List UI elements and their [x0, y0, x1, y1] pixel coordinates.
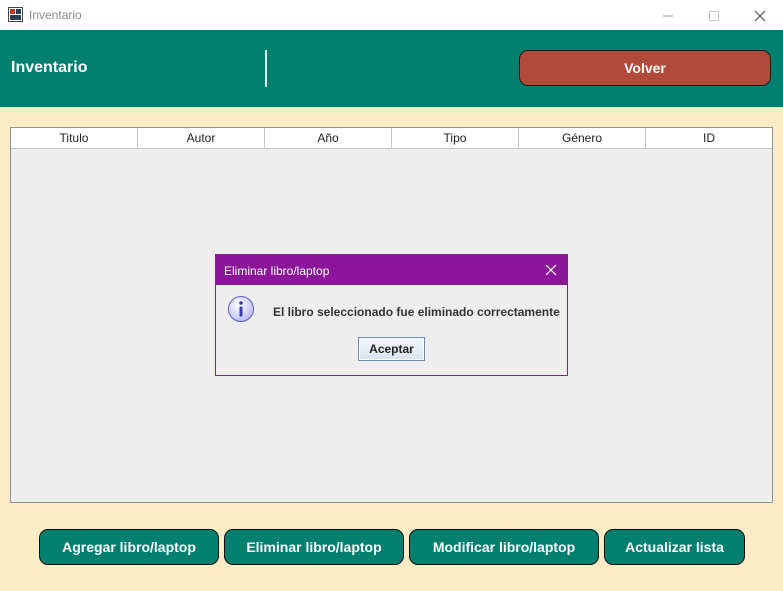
column-header-genero[interactable]: Género [519, 128, 646, 148]
column-header-tipo[interactable]: Tipo [392, 128, 519, 148]
maximize-icon [709, 11, 719, 21]
java-app-icon [8, 7, 23, 22]
info-icon [228, 296, 254, 322]
dialog-close-icon[interactable] [545, 264, 557, 276]
dialog-message: El libro seleccionado fue eliminado corr… [273, 305, 560, 319]
column-header-autor[interactable]: Autor [138, 128, 265, 148]
modify-item-button[interactable]: Modificar libro/laptop [409, 529, 599, 565]
dialog-titlebar: Eliminar libro/laptop [216, 255, 567, 285]
refresh-list-button[interactable]: Actualizar lista [604, 529, 745, 565]
window-title: Inventario [29, 8, 82, 22]
window-titlebar: Inventario [0, 0, 783, 30]
maximize-button[interactable] [691, 0, 737, 30]
table-header: Titulo Autor Año Tipo Género ID [11, 128, 772, 149]
column-header-id[interactable]: ID [646, 128, 772, 148]
dialog-title: Eliminar libro/laptop [224, 264, 330, 278]
header-divider [265, 50, 267, 87]
close-button[interactable] [737, 0, 783, 30]
column-header-titulo[interactable]: Titulo [11, 128, 138, 148]
accept-button[interactable]: Aceptar [358, 337, 425, 361]
minimize-icon [663, 15, 673, 17]
message-dialog: Eliminar libro/laptop El libro seleccion… [215, 254, 568, 376]
back-button[interactable]: Volver [519, 50, 771, 86]
column-header-ano[interactable]: Año [265, 128, 392, 148]
page-title: Inventario [11, 59, 88, 76]
header-bar: Inventario Volver [0, 30, 783, 107]
close-icon [754, 10, 766, 22]
add-item-button[interactable]: Agregar libro/laptop [39, 529, 219, 565]
delete-item-button[interactable]: Eliminar libro/laptop [224, 529, 404, 565]
minimize-button[interactable] [645, 0, 691, 30]
